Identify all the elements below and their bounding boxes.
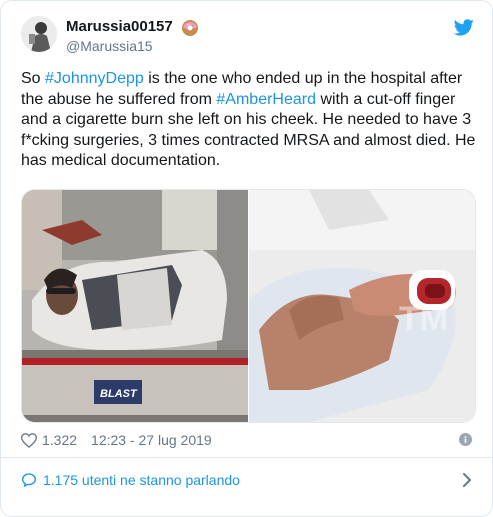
donut-emoji — [182, 20, 198, 36]
hospital-bed-photo[interactable]: BLAST — [22, 190, 248, 422]
finger-injury-photo[interactable]: TM — [249, 190, 475, 422]
tweet-card: Marussia00157 @Marussia15 So #JohnnyDepp… — [0, 0, 493, 517]
tm-watermark: TM — [399, 300, 448, 338]
tweet-text: So #JohnnyDepp is the one who ended up i… — [21, 69, 476, 172]
avatar[interactable] — [21, 16, 57, 52]
user-handle[interactable]: @Marussia15 — [66, 38, 153, 54]
speech-bubble-icon — [21, 473, 37, 488]
avatar-image — [21, 16, 57, 52]
like-count[interactable]: 1.322 — [42, 432, 77, 448]
heart-icon[interactable] — [21, 432, 37, 448]
twitter-bird-icon[interactable] — [454, 19, 474, 36]
display-name[interactable]: Marussia00157 — [66, 18, 173, 35]
conversation-count: 1.175 utenti ne stanno parlando — [43, 472, 240, 488]
info-icon[interactable] — [459, 433, 472, 446]
tweet-meta: 1.322 12:23 - 27 lug 2019 — [21, 432, 212, 448]
tweet-media[interactable]: BLAST TM — [21, 189, 476, 423]
conversation-link[interactable]: 1.175 utenti ne stanno parlando — [21, 472, 240, 488]
divider — [1, 457, 492, 458]
hashtag-link[interactable]: #AmberHeard — [216, 91, 316, 108]
chevron-right-icon[interactable] — [462, 472, 472, 488]
tweet-timestamp[interactable]: 12:23 - 27 lug 2019 — [91, 432, 212, 448]
text-part: So — [21, 70, 46, 87]
hashtag-link[interactable]: #JohnnyDepp — [45, 70, 144, 87]
blast-watermark: BLAST — [100, 388, 138, 400]
